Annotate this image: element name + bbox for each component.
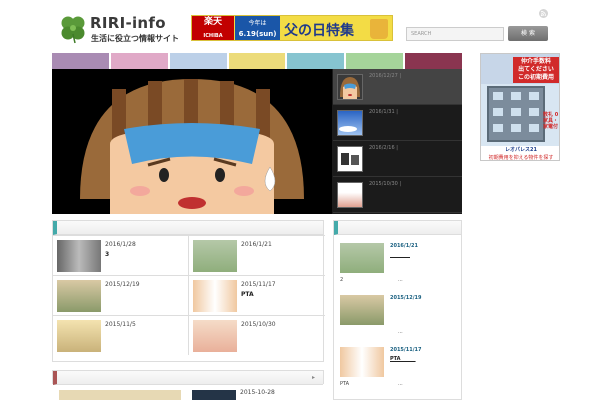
- slider-thumb: [337, 74, 363, 100]
- banner-brand-name: 楽天: [203, 17, 222, 27]
- nav-tab-2[interactable]: [110, 53, 168, 69]
- slider-main-image[interactable]: [52, 69, 332, 214]
- slider-item-date: 2016/2/16 |: [369, 145, 398, 151]
- post-date: 2015/10/30: [241, 321, 276, 328]
- slider-thumb: [337, 146, 363, 172]
- post-title: PTA: [241, 291, 254, 298]
- slider-thumbnail-list: 2016/12/27 | 2016/1/31 | 2016/2/16 | 201…: [333, 69, 462, 214]
- sidebar-post-title: PTA______: [390, 356, 416, 362]
- sidebar-post-more: ...: [398, 329, 403, 335]
- post-thumb: [193, 320, 237, 352]
- nav-tab-6[interactable]: [346, 53, 404, 69]
- rss-icon[interactable]: [539, 9, 548, 18]
- bottom-post-thumb[interactable]: [192, 390, 236, 400]
- recent-posts-header: [53, 221, 323, 235]
- post-thumb: [57, 320, 101, 352]
- nav-tab-3[interactable]: [169, 53, 227, 69]
- bottom-post-date: 2015-10-28: [240, 389, 275, 396]
- recent-posts-box: 2016/1/28 3 2016/1/21 2015/12/19 2015/11…: [52, 220, 325, 362]
- slider-item[interactable]: 2016/12/27 |: [333, 69, 462, 105]
- post-card[interactable]: 2016/1/28 3: [53, 235, 189, 275]
- banner-brand: 楽天 ICHIBA: [192, 16, 234, 40]
- ad-building-image: [487, 86, 545, 142]
- post-thumb: [57, 280, 101, 312]
- ad-cta: 初期費用を抑える物件を探す: [488, 155, 554, 161]
- post-thumb: [193, 240, 237, 272]
- nav-tab-4[interactable]: [228, 53, 286, 69]
- slider-thumb: [337, 110, 363, 136]
- sidebar-header: [334, 221, 461, 235]
- ad-line1: 仲介手数料: [520, 58, 551, 65]
- search-input[interactable]: SEARCH: [406, 27, 504, 41]
- post-card[interactable]: 2015/11/5: [53, 315, 189, 355]
- sidebar-post-title: ________: [390, 252, 410, 258]
- slider-item[interactable]: 2016/1/31 |: [333, 105, 462, 141]
- banner-brand-sub: ICHIBA: [203, 33, 223, 39]
- leopalace-ad[interactable]: 仲介手数料 出てください この初期費用 数礼 0 家具・家電付 レオパレス21 …: [480, 53, 560, 161]
- banner-date-line1: 今年は: [248, 20, 267, 27]
- banner-date: 今年は 6.19(sun): [235, 16, 280, 40]
- sidebar-thumb: [340, 243, 384, 273]
- nav-tab-7[interactable]: [405, 53, 463, 69]
- post-date: 2016/1/21: [241, 241, 272, 248]
- sidebar-post[interactable]: 2015/12/19 ...: [334, 291, 463, 343]
- ad-brand: レオパレス21: [505, 147, 537, 153]
- beer-mug-icon: [370, 19, 388, 39]
- post-title: 3: [105, 251, 110, 258]
- post-card[interactable]: 2015/10/30: [189, 315, 325, 355]
- slider-item[interactable]: 2015/10/30 |: [333, 177, 462, 213]
- site-subtitle: 生活に役立つ情報サイト: [91, 34, 179, 43]
- sidebar-post-excerpt: 2: [340, 277, 344, 283]
- post-date: 2015/12/19: [105, 281, 140, 288]
- sidebar-post-more: ...: [398, 277, 403, 283]
- rakuten-fathers-day-banner[interactable]: 楽天 ICHIBA 今年は 6.19(sun) 父の日特集: [191, 15, 393, 41]
- sidebar-post-excerpt: PTA: [340, 381, 350, 387]
- banner-text: 父の日特集: [284, 23, 354, 39]
- post-card[interactable]: 2015/12/19: [53, 275, 189, 315]
- site-title[interactable]: RIRI-info: [90, 14, 166, 32]
- sidebar-post-date: 2016/1/21: [390, 243, 419, 249]
- sidebar-popular-box: 2016/1/21 ________ 2 ... 2015/12/19 ... …: [333, 220, 462, 400]
- second-posts-box: ▸: [52, 370, 324, 385]
- nav-tab-5[interactable]: [287, 53, 345, 69]
- post-thumb: [193, 280, 237, 312]
- nav-tab-1[interactable]: [52, 53, 109, 69]
- category-nav: [52, 53, 463, 69]
- sidebar-thumb: [340, 347, 384, 377]
- slider-item[interactable]: 2016/2/16 |: [333, 141, 462, 177]
- ad-line3: この初期費用: [517, 74, 554, 81]
- sidebar-thumb: [340, 295, 384, 325]
- sidebar-post-date: 2015/12/19: [390, 295, 422, 301]
- sidebar-post-date: 2015/11/17: [390, 347, 422, 353]
- second-posts-header: ▸: [53, 371, 323, 385]
- slider-item-date: 2015/10/30 |: [369, 181, 402, 187]
- post-thumb: [57, 240, 101, 272]
- clover-logo-icon[interactable]: [60, 14, 86, 44]
- search-button[interactable]: 検 索: [508, 26, 548, 41]
- post-date: 2015/11/5: [105, 321, 136, 328]
- sidebar-post[interactable]: 2016/1/21 ________ 2 ...: [334, 239, 463, 291]
- banner-date-line2: 6.19(sun): [238, 30, 277, 38]
- post-date: 2016/1/28: [105, 241, 136, 248]
- ad-line2: 出てください: [518, 66, 554, 73]
- ad-bottom: レオパレス21 初期費用を抑える物件を探す: [481, 146, 559, 161]
- chevron-right-icon[interactable]: ▸: [312, 374, 315, 381]
- post-card[interactable]: 2015/11/17 PTA: [189, 275, 325, 315]
- ad-zero-text: 数礼 0 家具・家電付: [543, 112, 559, 130]
- slider-thumb: [337, 182, 363, 208]
- sidebar-post[interactable]: 2015/11/17 PTA______ PTA ...: [334, 343, 463, 395]
- bottom-post-thumb[interactable]: [59, 390, 181, 400]
- sidebar-post-more: ...: [398, 381, 403, 387]
- slider-item-date: 2016/12/27 |: [369, 73, 402, 79]
- post-date: 2015/11/17: [241, 281, 276, 288]
- post-card[interactable]: 2016/1/21: [189, 235, 325, 275]
- slider-item-date: 2016/1/31 |: [369, 109, 398, 115]
- ad-headline: 仲介手数料 出てください この初期費用: [513, 57, 559, 83]
